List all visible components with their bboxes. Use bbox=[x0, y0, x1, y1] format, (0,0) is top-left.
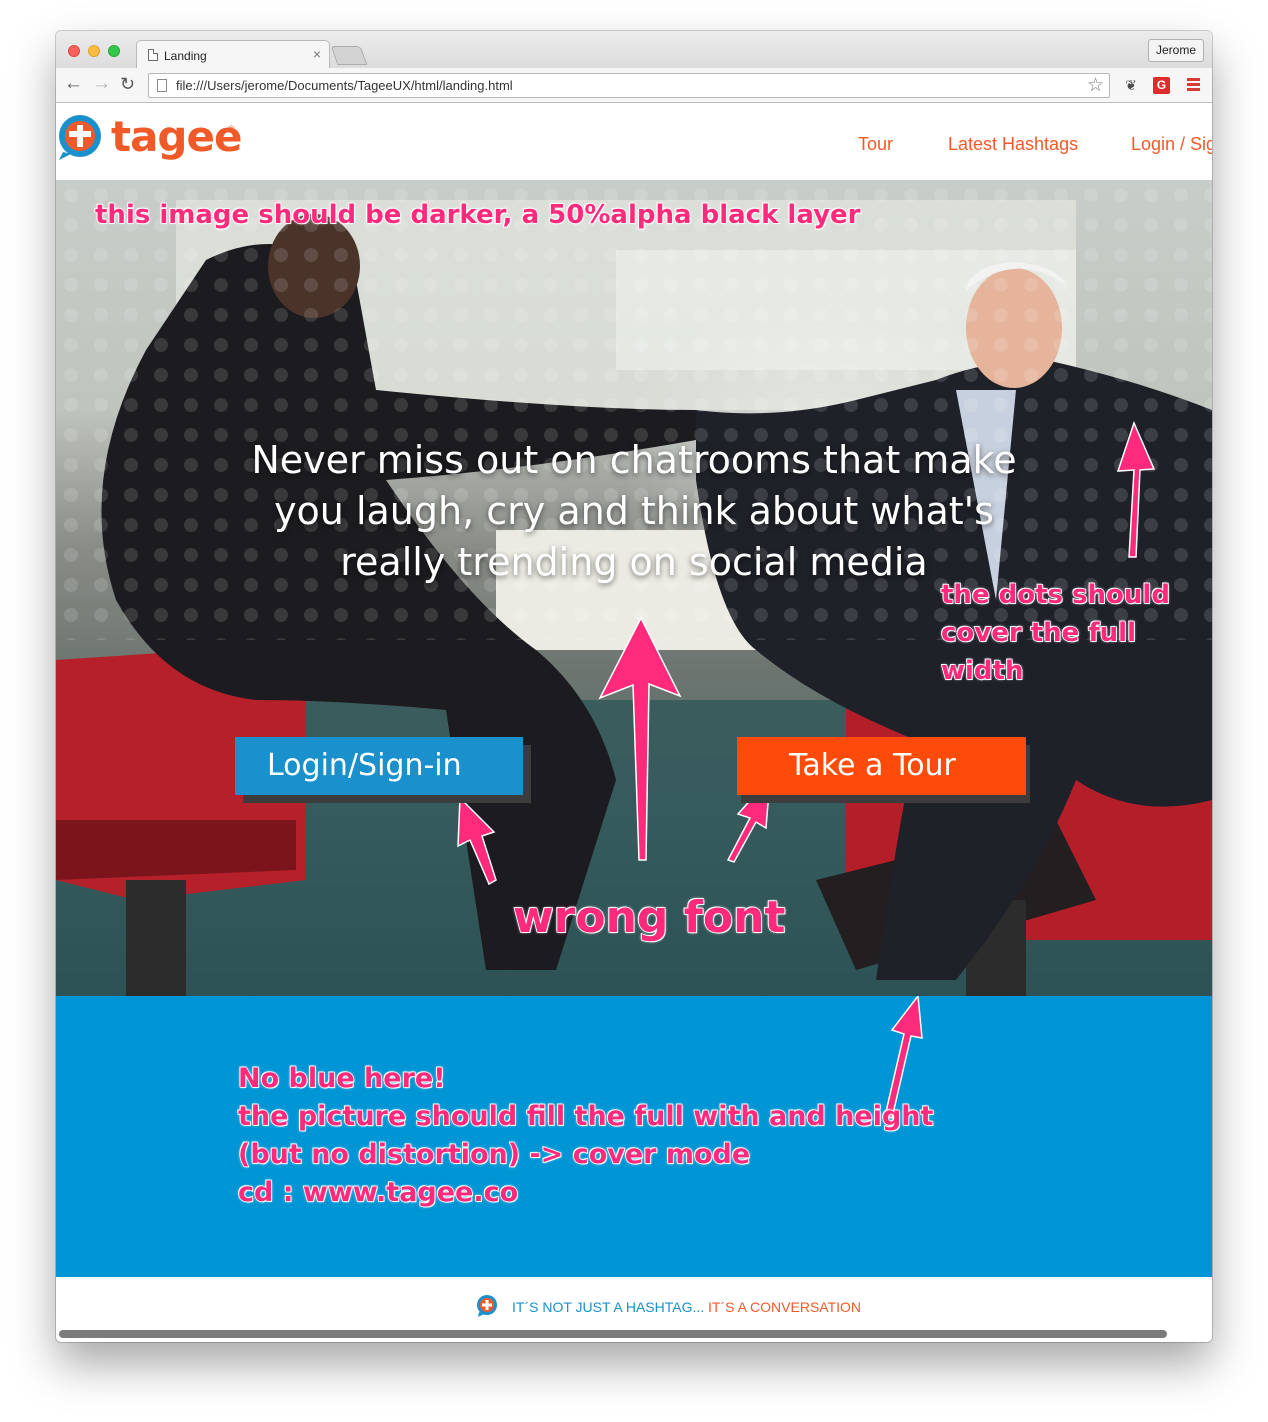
new-tab-button[interactable] bbox=[330, 46, 368, 65]
g-extension-icon[interactable]: G bbox=[1153, 77, 1170, 94]
annotation-dots-full-width: the dots should cover the full width bbox=[940, 576, 1181, 690]
page-icon bbox=[148, 49, 158, 61]
file-icon bbox=[157, 79, 167, 92]
browser-toolbar: ← → ↻ file:///Users/jerome/Documents/Tag… bbox=[56, 68, 1212, 103]
blue-band-section: No blue here! the picture should fill th… bbox=[56, 996, 1212, 1277]
tab-close-icon[interactable]: × bbox=[313, 46, 321, 62]
bookmark-star-icon[interactable]: ☆ bbox=[1087, 74, 1104, 97]
forward-arrow-icon[interactable]: → bbox=[92, 74, 111, 94]
annotation-line: the dots should bbox=[940, 579, 1170, 611]
nav-login-link[interactable]: Login / Sig bbox=[1131, 134, 1212, 155]
annotation-no-blue: No blue here! the picture should fill th… bbox=[237, 1060, 934, 1212]
address-bar[interactable]: file:///Users/jerome/Documents/TageeUX/h… bbox=[148, 73, 1110, 98]
login-signin-button[interactable]: Login/Sign-in bbox=[235, 737, 523, 795]
back-arrow-icon[interactable]: ← bbox=[64, 74, 83, 94]
browser-window: Landing × Jerome ← → ↻ file:///Users/jer… bbox=[56, 31, 1212, 1342]
horizontal-scrollbar[interactable] bbox=[59, 1330, 1167, 1338]
annotation-line: cover the full bbox=[940, 617, 1137, 649]
tab-landing[interactable]: Landing × bbox=[136, 40, 330, 69]
annotation-darker-image: this image should be darker, a 50%alpha … bbox=[94, 199, 861, 231]
tagee-logo-icon[interactable] bbox=[57, 114, 103, 160]
site-header: tagee ® Tour Latest Hashtags Login / Sig bbox=[56, 104, 1212, 180]
profile-button[interactable]: Jerome bbox=[1147, 39, 1204, 62]
hero-section: Never miss out on chatrooms that make yo… bbox=[56, 180, 1212, 996]
tagline-part-hashtag: IT´S NOT JUST A HASHTAG... bbox=[512, 1299, 705, 1315]
tagline-part-conversation: IT´S A CONVERSATION bbox=[708, 1299, 862, 1315]
nav-tour-link[interactable]: Tour bbox=[858, 134, 893, 155]
close-window-button[interactable] bbox=[68, 45, 80, 57]
footer-tagline: IT´S NOT JUST A HASHTAG... IT´S A CONVER… bbox=[512, 1299, 861, 1315]
annotation-line: cd : www.tagee.co bbox=[237, 1176, 519, 1209]
tab-title: Landing bbox=[164, 49, 207, 63]
nav-latest-hashtags-link[interactable]: Latest Hashtags bbox=[948, 134, 1078, 155]
brand-wordmark[interactable]: tagee bbox=[111, 112, 242, 161]
tagee-footer-logo-icon bbox=[477, 1295, 497, 1317]
site-footer: IT´S NOT JUST A HASHTAG... IT´S A CONVER… bbox=[56, 1277, 1212, 1328]
menu-icon[interactable] bbox=[1187, 78, 1200, 93]
take-a-tour-button[interactable]: Take a Tour bbox=[737, 737, 1026, 795]
minimize-window-button[interactable] bbox=[88, 45, 100, 57]
annotation-line: No blue here! bbox=[237, 1062, 446, 1095]
annotation-line: the picture should fill the full with an… bbox=[237, 1100, 934, 1133]
annotation-line: width bbox=[940, 655, 1024, 687]
hero-headline: Never miss out on chatrooms that make yo… bbox=[251, 438, 1017, 584]
zoom-window-button[interactable] bbox=[108, 45, 120, 57]
registered-mark: ® bbox=[228, 124, 235, 134]
annotation-wrong-font: wrong font bbox=[512, 891, 786, 944]
tab-strip: Landing × Jerome bbox=[56, 31, 1212, 69]
reload-icon[interactable]: ↻ bbox=[120, 74, 135, 94]
annotation-line: (but no distortion) -> cover mode bbox=[237, 1138, 751, 1171]
evernote-extension-icon[interactable]: ❦ bbox=[1123, 77, 1139, 93]
url-text[interactable]: file:///Users/jerome/Documents/TageeUX/h… bbox=[176, 78, 513, 93]
